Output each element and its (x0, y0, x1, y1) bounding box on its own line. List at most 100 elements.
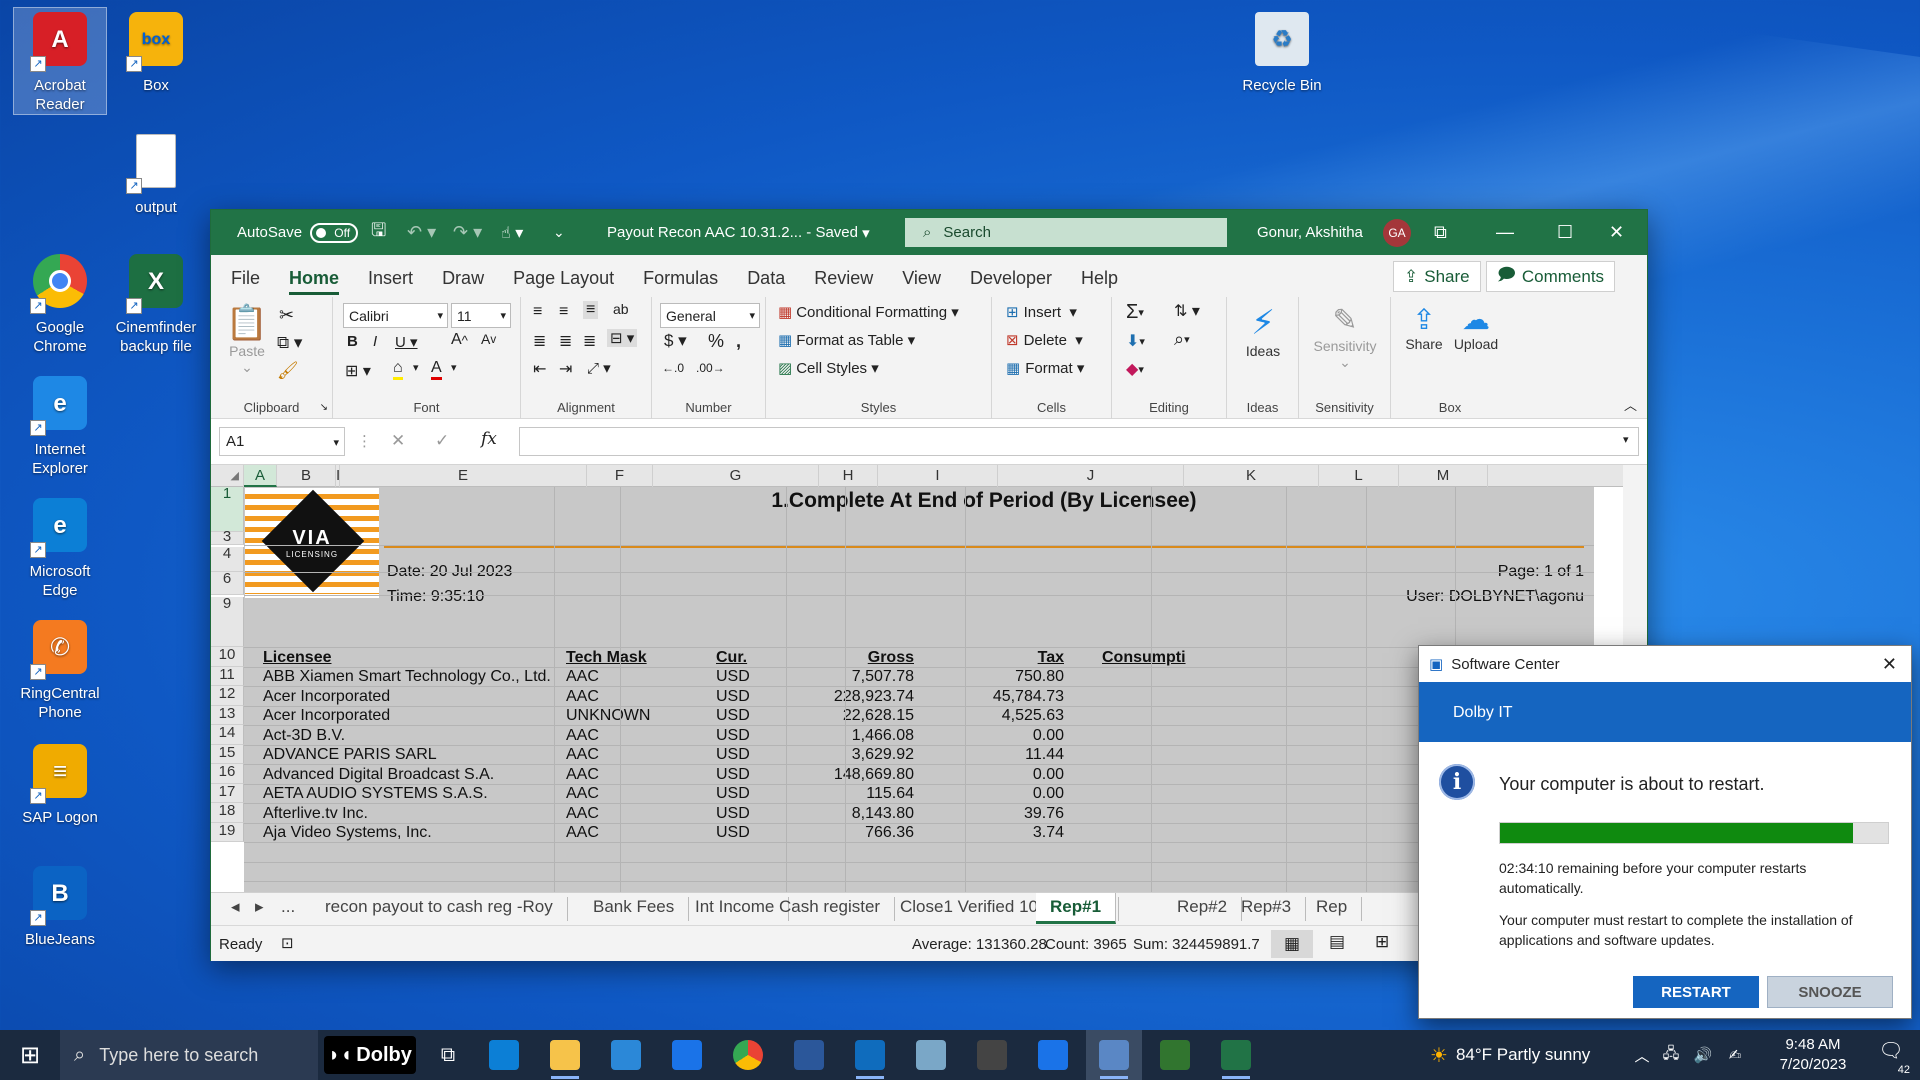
pen-icon[interactable]: ✍ (1720, 1030, 1750, 1080)
desktop-icon[interactable]: box ↗ Box (110, 8, 202, 95)
middle-align-icon[interactable]: ≡ (559, 303, 568, 321)
table-cell[interactable]: AAC (566, 824, 599, 842)
row-header[interactable]: 18 (211, 802, 244, 823)
font-name-select[interactable]: Calibri ▾ (343, 303, 448, 328)
table-cell[interactable]: Advanced Digital Broadcast S.A. (263, 766, 494, 784)
desktop-icon[interactable]: ↗ output (110, 130, 202, 217)
formula-input[interactable] (519, 427, 1639, 456)
row-header[interactable]: 14 (211, 724, 244, 745)
table-cell[interactable]: 39.76 (944, 805, 1064, 823)
table-cell[interactable]: Acer Incorporated (263, 688, 390, 706)
enter-formula-icon[interactable]: ✓ (435, 431, 449, 451)
table-cell[interactable]: AAC (566, 688, 599, 706)
column-header[interactable]: L (1319, 465, 1399, 487)
sheet-tab[interactable]: Rep#1 (1036, 893, 1117, 924)
maximize-button[interactable]: ☐ (1557, 210, 1613, 255)
menu-tab-view[interactable]: View (902, 268, 941, 297)
collapse-ribbon-icon[interactable]: ︿ (1624, 395, 1637, 414)
expand-formula-icon[interactable]: ▾ (1623, 433, 1629, 446)
media-player-icon[interactable] (964, 1030, 1020, 1080)
row-header[interactable]: 1 (211, 485, 244, 532)
table-cell[interactable]: AAC (566, 746, 599, 764)
desktop-icon[interactable]: ↗ Google Chrome (14, 250, 106, 356)
next-sheet-icon[interactable]: ▸ (255, 897, 264, 921)
save-icon[interactable]: 🖫 (371, 210, 386, 255)
page-break-view-icon[interactable]: ⊞ (1375, 932, 1389, 952)
volume-icon[interactable]: 🔊 (1688, 1030, 1718, 1080)
table-cell[interactable]: UNKNOWN (566, 707, 650, 725)
table-cell[interactable]: 750.80 (944, 668, 1064, 686)
format-painter-icon[interactable]: 🖌 (277, 361, 299, 381)
cisco-secure-icon[interactable] (1025, 1030, 1081, 1080)
cancel-formula-icon[interactable]: ✕ (391, 431, 405, 451)
snooze-button[interactable]: SNOOZE (1767, 976, 1893, 1008)
font-color-dropdown[interactable]: ▾ (451, 361, 457, 374)
restart-button[interactable]: RESTART (1633, 976, 1759, 1008)
normal-view-icon[interactable]: ▦ (1271, 930, 1313, 958)
notification-center-icon[interactable]: 🗨 42 (1870, 1038, 1912, 1076)
comma-style-icon[interactable]: , (736, 331, 741, 352)
notes-icon[interactable] (903, 1030, 959, 1080)
table-cell[interactable]: 3.74 (944, 824, 1064, 842)
fill-icon[interactable]: ⬇ ▾ (1126, 331, 1145, 351)
menu-tab-file[interactable]: File (231, 268, 260, 297)
box-share-button[interactable]: ⇪ Share (1399, 303, 1449, 352)
table-cell[interactable]: Aja Video Systems, Inc. (263, 824, 432, 842)
decrease-decimal-icon[interactable]: .00→ (696, 361, 725, 375)
table-cell[interactable]: USD (716, 688, 750, 706)
sheet-cells[interactable]: VIA LICENSING 1.Complete At End of Perio… (244, 487, 1594, 892)
row-header[interactable]: 9 (211, 595, 244, 647)
word-icon[interactable] (781, 1030, 837, 1080)
font-color-icon[interactable]: A (431, 359, 442, 380)
column-header[interactable]: M (1399, 465, 1488, 487)
clock[interactable]: 9:48 AM 7/20/2023 (1758, 1035, 1868, 1075)
worksheet-grid[interactable]: ◢ A B I E F G H I J K L M 1 3 4 6 9 10 11 12 13 14 15 16 17 18 19 … (211, 465, 1623, 892)
redo-icon[interactable]: ↷ ▾ (453, 210, 482, 255)
menu-tab-developer[interactable]: Developer (970, 268, 1052, 297)
desktop-icon[interactable]: ♻ Recycle Bin (1236, 8, 1328, 95)
cut-icon[interactable]: ✂ (279, 305, 294, 326)
microsoft-store-icon[interactable] (598, 1030, 654, 1080)
format-as-table-button[interactable]: ▦ Format as Table ▾ (778, 331, 915, 350)
row-header[interactable]: 19 (211, 822, 244, 842)
menu-tab-draw[interactable]: Draw (442, 268, 484, 297)
table-cell[interactable]: AAC (566, 805, 599, 823)
desktop-icon[interactable]: ≡ ↗ SAP Logon (14, 740, 106, 827)
autosum-icon[interactable]: Σ ▾ (1126, 301, 1144, 324)
more-sheets-button[interactable]: ... (281, 897, 295, 921)
file-explorer-icon[interactable] (537, 1030, 593, 1080)
page-layout-view-icon[interactable]: ▤ (1329, 932, 1345, 952)
table-cell[interactable]: 0.00 (944, 727, 1064, 745)
menu-tab-data[interactable]: Data (747, 268, 785, 297)
network-icon[interactable]: 🖧 (1656, 1030, 1686, 1080)
menu-tab-formulas[interactable]: Formulas (643, 268, 718, 297)
row-header[interactable]: 10 (211, 646, 244, 667)
ribbon-display-icon[interactable]: ⧉ (1434, 210, 1490, 255)
paste-button[interactable]: 📋 Paste ⌄ (225, 303, 269, 376)
windows-start-icon[interactable]: ⊞ (2, 1030, 58, 1080)
mail-icon[interactable] (659, 1030, 715, 1080)
delete-cells-button[interactable]: ⊠ Delete ▾ (1006, 331, 1083, 350)
bold-button[interactable]: B (347, 333, 358, 350)
desktop-icon[interactable]: X ↗ Cinemfinder backup file (110, 250, 202, 356)
table-cell[interactable]: Afterlive.tv Inc. (263, 805, 368, 823)
table-cell[interactable]: 0.00 (944, 766, 1064, 784)
sheet-tab[interactable]: Cash register (765, 897, 896, 921)
table-cell[interactable]: 0.00 (944, 785, 1064, 803)
column-header[interactable]: I (878, 465, 998, 487)
table-cell[interactable]: USD (716, 746, 750, 764)
table-cell[interactable]: USD (716, 707, 750, 725)
increase-font-icon[interactable]: A ^ (451, 331, 468, 349)
avatar[interactable]: GA (1383, 218, 1411, 247)
currency-icon[interactable]: $ ▾ (664, 331, 687, 351)
close-button[interactable]: ✕ (1609, 210, 1665, 255)
chrome-icon[interactable] (720, 1030, 776, 1080)
software-center-icon[interactable] (1086, 1030, 1142, 1080)
undo-icon[interactable]: ↶ ▾ (407, 210, 436, 255)
table-cell[interactable]: 11.44 (944, 746, 1064, 764)
menu-tab-review[interactable]: Review (814, 268, 873, 297)
table-cell[interactable]: Act-3D B.V. (263, 727, 345, 745)
menu-tab-page-layout[interactable]: Page Layout (513, 268, 614, 297)
table-cell[interactable]: USD (716, 766, 750, 784)
number-format-select[interactable]: General ▾ (660, 303, 760, 328)
